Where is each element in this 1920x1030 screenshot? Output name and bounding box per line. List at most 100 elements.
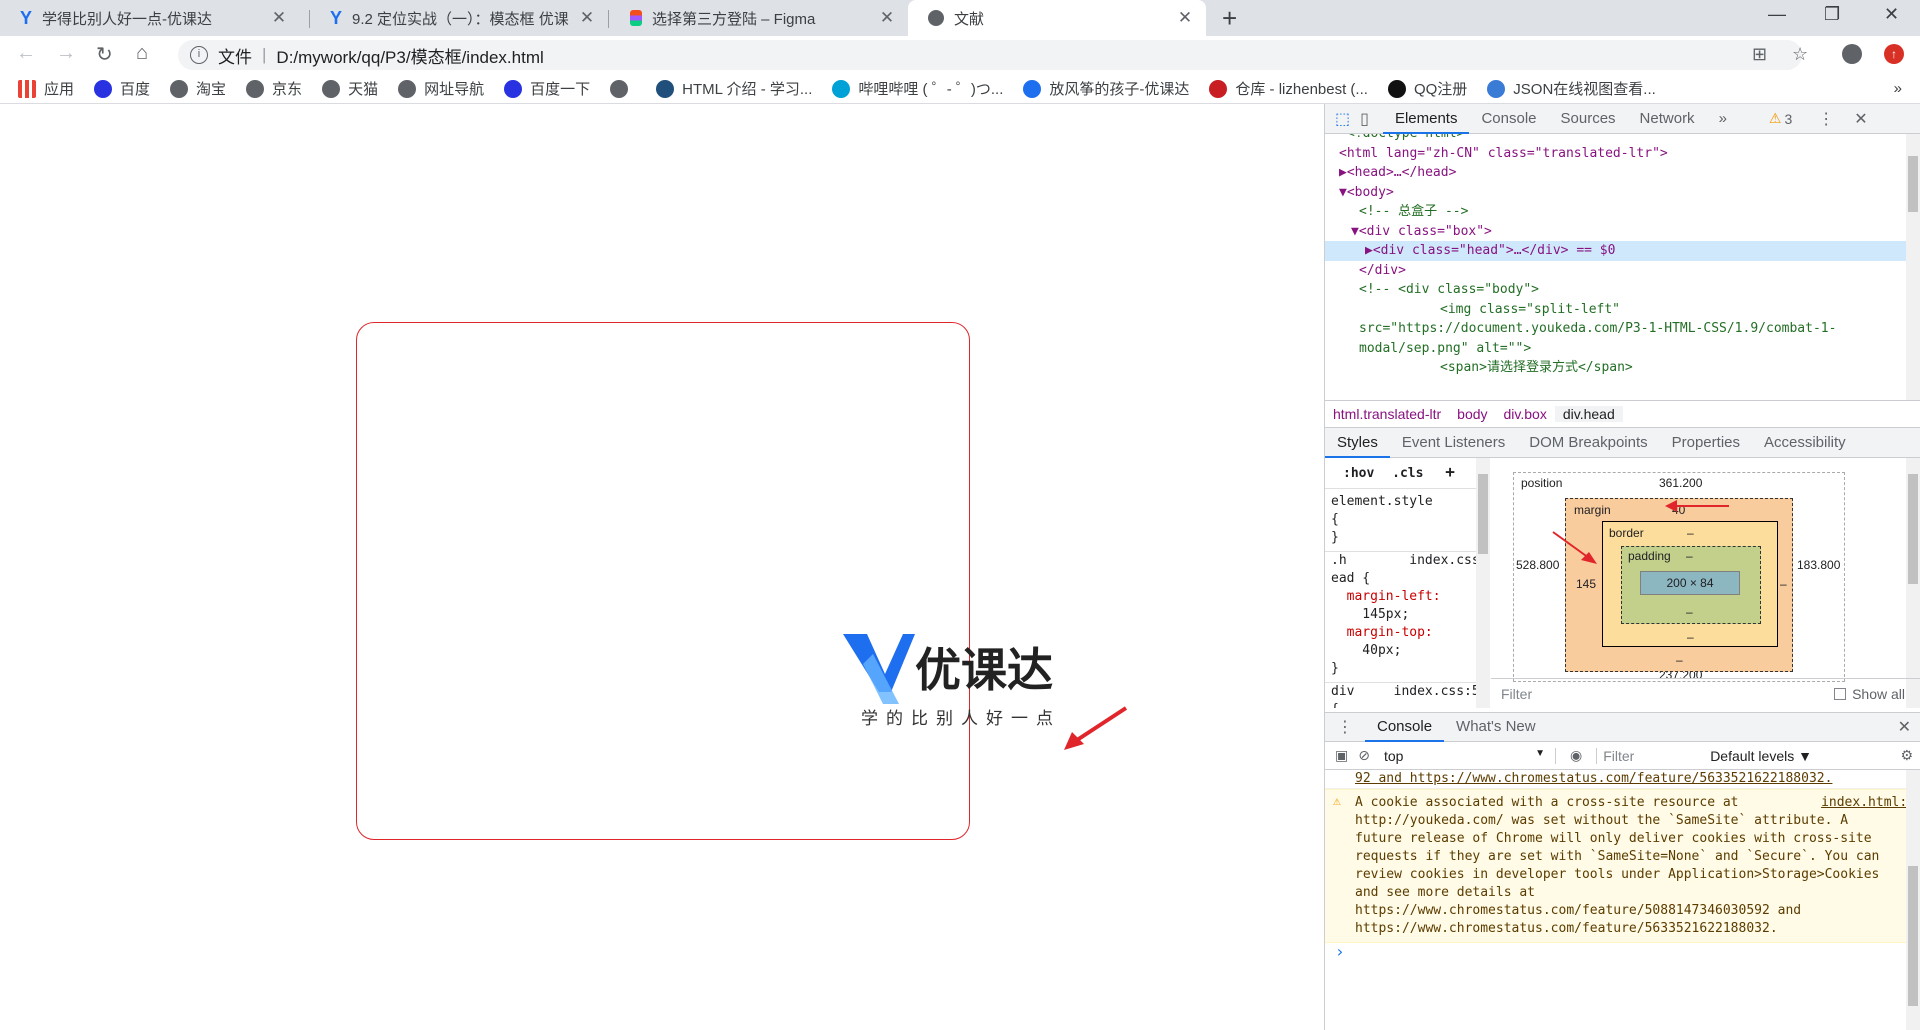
subtab-event-listeners[interactable]: Event Listeners [1390,428,1517,458]
close-icon[interactable]: ✕ [1176,8,1194,28]
translate-icon[interactable]: ⊞ [1752,44,1767,65]
hov-toggle[interactable]: :hov [1343,466,1374,481]
context-select[interactable]: top ▼ [1384,747,1556,764]
reload-button[interactable]: ↻ [96,42,113,67]
browser-tab-2[interactable]: Y 9.2 定位实战（一）：模态框 优课 ✕ [310,0,608,36]
warning-count[interactable]: 3 [1784,111,1792,127]
bookmark-item[interactable]: 百度 [94,78,150,99]
bookmark-item[interactable]: 百度一下 [504,78,590,99]
bookmark-item[interactable]: 应用 [18,78,74,99]
breadcrumb-item[interactable]: body [1449,406,1495,422]
drawer-tab-whats-new[interactable]: What's New [1444,712,1548,742]
new-tab-button[interactable]: + [1222,3,1237,34]
dom-node-line[interactable]: ▶<head>…</head> [1325,163,1920,183]
styles-scrollbar[interactable] [1476,458,1490,708]
cls-toggle[interactable]: .cls [1392,466,1423,481]
log-levels-select[interactable]: Default levels ▼ [1710,748,1812,764]
more-tabs-button[interactable]: » [1707,104,1739,134]
update-icon[interactable]: ↑ [1884,44,1904,64]
back-button[interactable]: ← [16,42,36,65]
computed-scrollbar[interactable] [1906,458,1920,708]
close-devtools-icon[interactable]: ✕ [1854,109,1867,129]
console-toolbar: ▣ ⊘ top ▼ ◉ Filter Default levels ▼ ⚙ [1325,742,1920,770]
position-top: 361.200 [1659,476,1703,490]
bookmark-item[interactable]: 仓库 - lizhenbest (... [1209,78,1368,99]
warning-source-link[interactable]: index.html:1 [1821,794,1915,812]
home-button[interactable]: ⌂ [136,42,148,65]
subtab-styles[interactable]: Styles [1325,428,1390,458]
sidebar-toggle-icon[interactable]: ▣ [1335,747,1348,764]
bookmark-item[interactable]: HTML 介绍 - 学习... [656,78,812,99]
breadcrumb-item[interactable]: div.head [1554,406,1623,422]
breadcrumb-item[interactable]: div.box [1496,406,1555,422]
new-rule-button[interactable]: + [1445,462,1455,481]
elements-scrollbar[interactable] [1906,134,1920,400]
browser-tab-3[interactable]: 选择第三方登陆 – Figma ✕ [610,0,908,36]
console-filter-input[interactable]: Filter [1596,747,1700,764]
dom-node-line[interactable]: <!doctype html> [1325,134,1920,144]
bookmark-item[interactable] [610,79,636,98]
dom-node-line[interactable]: </div> [1325,261,1920,281]
address-bar[interactable]: i 文件 | D:/mywork/qq/P3/模态框/index.html [178,40,1802,70]
bookmark-label: 百度 [120,81,151,98]
eye-icon[interactable]: ◉ [1570,747,1582,764]
minimize-button[interactable]: — [1768,4,1786,25]
bookmark-item[interactable]: 天猫 [322,78,378,99]
drawer-menu-icon[interactable]: ⋮ [1337,717,1353,737]
dom-node-line[interactable]: ▼<div class="box"> [1325,222,1920,242]
subtab-accessibility[interactable]: Accessibility [1752,428,1858,458]
device-toolbar-icon[interactable]: ▯ [1360,109,1369,129]
close-icon[interactable]: ✕ [578,8,596,28]
forward-button[interactable]: → [56,42,76,65]
clear-console-icon[interactable]: ⊘ [1358,747,1370,764]
console-settings-icon[interactable]: ⚙ [1900,747,1913,764]
dom-node-line[interactable]: modal/sep.png" alt=""> [1325,339,1920,359]
computed-filter-input[interactable]: Filter [1501,686,1834,702]
maximize-button[interactable]: ❐ [1824,4,1840,25]
bookmark-item[interactable]: 网址导航 [398,78,484,99]
dom-node-line[interactable]: <span>请选择登录方式</span> [1325,358,1920,378]
bookmark-item[interactable]: 哔哩哔哩 ( ゜- ゜)つ... [832,78,1003,99]
bookmark-item[interactable]: QQ注册 [1387,78,1467,99]
dom-node-line[interactable]: ▼<body> [1325,183,1920,203]
box-model-border: border – – padding – – 200 × 84 [1602,521,1778,647]
close-drawer-icon[interactable]: ✕ [1898,717,1911,737]
bookmark-item[interactable]: 放风筝的孩子-优课达 [1023,78,1189,99]
breadcrumb: html.translated-ltr body div.box div.head [1325,400,1920,428]
kebab-menu-icon[interactable]: ⋮ [1818,109,1834,129]
dom-node-line[interactable]: <img class="split-left" [1325,300,1920,320]
drawer-tab-console[interactable]: Console [1365,712,1445,742]
info-icon[interactable]: i [190,46,208,64]
browser-tab-1[interactable]: Y 学得比别人好一点-优课达 ✕ [0,0,300,36]
bookmark-item[interactable]: JSON在线视图查看... [1487,78,1656,99]
bookmark-label: 仓库 - lizhenbest (... [1235,81,1368,98]
tab-console[interactable]: Console [1469,104,1548,134]
annotation-arrow [1552,531,1597,564]
selected-dom-node[interactable]: ▶<div class="head">…</div> == $0 [1325,241,1920,261]
tab-network[interactable]: Network [1628,104,1707,134]
bookmark-item[interactable]: 淘宝 [170,78,226,99]
subtab-properties[interactable]: Properties [1660,428,1752,458]
bookmark-item[interactable]: 京东 [246,78,302,99]
browser-tab-4[interactable]: 文献 ✕ [908,0,1206,36]
bookmarks-overflow-icon[interactable]: » [1894,80,1902,97]
inspect-icon[interactable]: ⬚ [1335,109,1350,129]
tab-elements[interactable]: Elements [1382,104,1470,134]
warning-icon[interactable]: ⚠ [1769,110,1782,127]
dom-node-line[interactable]: <!-- <div class="body"> [1325,280,1920,300]
dom-node-line[interactable]: src="https://document.youkeda.com/P3-1-H… [1325,319,1920,339]
tab-sources[interactable]: Sources [1549,104,1628,134]
warning-text: A cookie associated with a cross-site re… [1355,795,1880,936]
dom-node-line[interactable]: <html lang="zh-CN" class="translated-ltr… [1325,144,1920,164]
close-icon[interactable]: ✕ [878,8,896,28]
avatar[interactable] [1842,44,1862,64]
window-close-button[interactable]: ✕ [1884,4,1899,25]
console-prompt[interactable]: › [1325,943,1920,961]
subtab-dom-breakpoints[interactable]: DOM Breakpoints [1517,428,1659,458]
dom-node-line[interactable]: <!-- 总盒子 --> [1325,202,1920,222]
star-icon[interactable]: ☆ [1792,44,1808,65]
console-scrollbar[interactable] [1906,770,1920,1030]
close-icon[interactable]: ✕ [270,8,288,28]
show-all-checkbox[interactable] [1834,687,1847,700]
breadcrumb-item[interactable]: html.translated-ltr [1325,406,1449,422]
